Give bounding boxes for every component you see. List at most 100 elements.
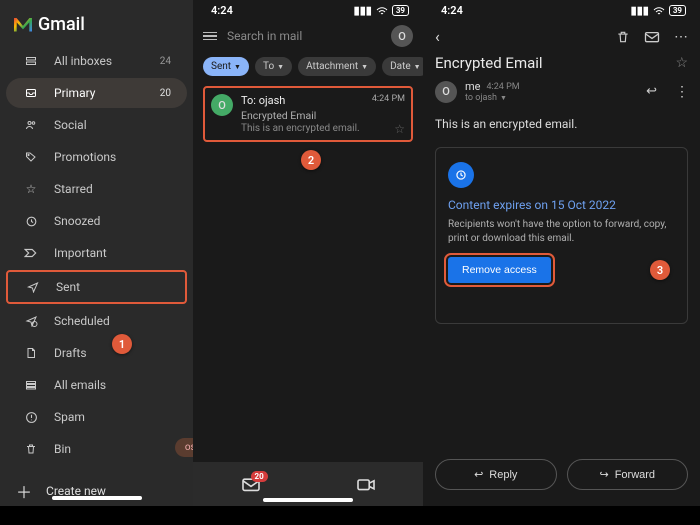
chip-attachment[interactable]: Attachment ▼ — [298, 57, 376, 76]
more-icon[interactable]: ⋮ — [675, 84, 688, 100]
chip-date[interactable]: Date ▼ — [382, 57, 423, 76]
reply-icon: ↩ — [474, 468, 483, 481]
mail-tab[interactable]: 20 — [241, 476, 261, 492]
meet-tab[interactable] — [356, 476, 376, 492]
bottom-nav: 20 — [193, 462, 423, 506]
sender-avatar: O — [435, 81, 457, 103]
chevron-down-icon: ▼ — [500, 94, 507, 102]
wifi-icon — [376, 6, 388, 16]
sidebar-item-primary[interactable]: Primary 20 — [6, 78, 187, 108]
sidebar-item-spam[interactable]: Spam — [6, 402, 187, 432]
sender-row: O me 4:24 PM to ojash ▼ ↩ ⋮ — [435, 80, 688, 113]
email-time: 4:24 PM — [372, 94, 405, 104]
chevron-down-icon: ▼ — [414, 63, 421, 71]
create-new-button[interactable]: ＋ Create new — [0, 465, 193, 525]
home-indicator — [263, 498, 353, 502]
send-icon — [24, 281, 42, 293]
star-icon: ☆ — [22, 182, 40, 196]
star-icon[interactable]: ☆ — [675, 55, 688, 71]
email-subject: Encrypted Email — [241, 109, 405, 122]
menu-icon[interactable] — [203, 32, 217, 41]
sidebar-item-count: 20 — [160, 88, 171, 99]
home-indicator — [52, 496, 142, 500]
callout-badge-1: 1 — [112, 334, 132, 354]
delete-button[interactable] — [616, 29, 630, 45]
battery-icon: 39 — [669, 5, 686, 16]
forward-button[interactable]: ↪ Forward — [567, 459, 689, 490]
sidebar-item-drafts[interactable]: Drafts — [6, 338, 187, 368]
chip-sent[interactable]: Sent ▼ — [203, 57, 249, 76]
sidebar-item-label: Primary — [54, 86, 95, 100]
reply-button[interactable]: ↩ Reply — [435, 459, 557, 490]
email-subject: Encrypted Email — [435, 54, 543, 72]
email-row[interactable]: O To: ojash Encrypted Email This is an e… — [203, 86, 413, 142]
tag-icon — [22, 151, 40, 163]
email-body: This is an encrypted email. — [435, 113, 688, 143]
sidebar-item-count: 24 — [160, 56, 171, 67]
sidebar-item-label: Snoozed — [54, 214, 100, 228]
confidential-title: Content expires on 15 Oct 2022 — [448, 198, 675, 212]
reply-label: Reply — [489, 469, 517, 481]
account-avatar[interactable]: O — [391, 25, 413, 47]
chip-to[interactable]: To ▼ — [255, 57, 292, 76]
sidebar-item-bin[interactable]: Bin — [6, 434, 187, 464]
gmail-m-icon — [14, 18, 32, 32]
subject-row: Encrypted Email ☆ — [435, 54, 688, 80]
more-button[interactable]: ⋯ — [674, 29, 688, 45]
star-icon[interactable]: ☆ — [394, 122, 405, 136]
status-right: ▮▮▮ 39 — [631, 4, 686, 17]
sidebar-item-label: Drafts — [54, 346, 87, 360]
sidebar-item-snoozed[interactable]: Snoozed — [6, 206, 187, 236]
sidebar-item-sent[interactable]: Sent — [6, 270, 187, 304]
sidebar-item-label: Scheduled — [54, 314, 110, 328]
back-button[interactable]: ‹ — [435, 27, 440, 46]
schedule-icon — [22, 315, 40, 327]
sender-avatar: O — [211, 94, 233, 116]
sidebar-item-social[interactable]: Social — [6, 110, 187, 140]
email-detail-pane: 4:24 ▮▮▮ 39 ‹ ⋯ Encrypted Email ☆ O me 4… — [423, 0, 700, 506]
app-name: Gmail — [38, 14, 85, 35]
sidebar-item-important[interactable]: Important — [6, 238, 187, 268]
forward-label: Forward — [615, 469, 655, 481]
sidebar-item-label: Spam — [54, 410, 85, 424]
important-icon — [22, 248, 40, 258]
mark-unread-button[interactable] — [644, 30, 660, 43]
email-list-pane: 4:24 ▮▮▮ 39 Search in mail O Sent ▼ To ▼… — [193, 0, 423, 506]
sender-meta[interactable]: me 4:24 PM to ojash ▼ — [465, 80, 520, 103]
confidential-card: Content expires on 15 Oct 2022 Recipient… — [435, 147, 688, 324]
sidebar-item-label: Starred — [54, 182, 93, 196]
inbox-icon — [22, 87, 40, 99]
clock-icon — [22, 215, 40, 228]
trash-icon — [22, 442, 40, 456]
sender-name: me — [465, 80, 480, 93]
sidebar-item-label: Promotions — [54, 150, 116, 164]
remove-access-button[interactable]: Remove access — [448, 257, 551, 283]
sidebar: Gmail O All inboxes 24 Primary 20 Social… — [0, 0, 193, 506]
email-snippet: This is an encrypted email. — [241, 123, 405, 134]
stack-icon — [22, 379, 40, 391]
sidebar-header: Gmail — [0, 0, 193, 45]
signal-icon: ▮▮▮ — [354, 4, 372, 17]
wifi-icon — [653, 6, 665, 16]
sidebar-item-scheduled[interactable]: Scheduled — [6, 306, 187, 336]
filter-chips: Sent ▼ To ▼ Attachment ▼ Date ▼ Is u — [193, 55, 423, 82]
confidential-subtitle: Recipients won't have the option to forw… — [448, 218, 675, 245]
sidebar-item-label: Important — [54, 246, 107, 260]
sidebar-item-label: Bin — [54, 442, 71, 456]
sidebar-item-starred[interactable]: ☆ Starred — [6, 174, 187, 204]
status-bar: 4:24 ▮▮▮ 39 — [193, 0, 423, 17]
plus-icon: ＋ — [16, 479, 32, 503]
callout-badge-2: 2 — [301, 150, 321, 170]
sidebar-item-label: All emails — [54, 378, 106, 392]
status-time: 4:24 — [211, 4, 233, 17]
reply-icon[interactable]: ↩ — [646, 84, 657, 99]
file-icon — [22, 346, 40, 360]
chevron-down-icon: ▼ — [234, 63, 241, 71]
battery-icon: 39 — [392, 5, 409, 16]
search-placeholder: Search in mail — [227, 29, 381, 43]
sidebar-item-all-emails[interactable]: All emails — [6, 370, 187, 400]
search-bar[interactable]: Search in mail O — [203, 25, 413, 47]
sidebar-item-promotions[interactable]: Promotions — [6, 142, 187, 172]
spam-icon — [22, 411, 40, 424]
sidebar-item-all-inboxes[interactable]: All inboxes 24 — [6, 46, 187, 76]
